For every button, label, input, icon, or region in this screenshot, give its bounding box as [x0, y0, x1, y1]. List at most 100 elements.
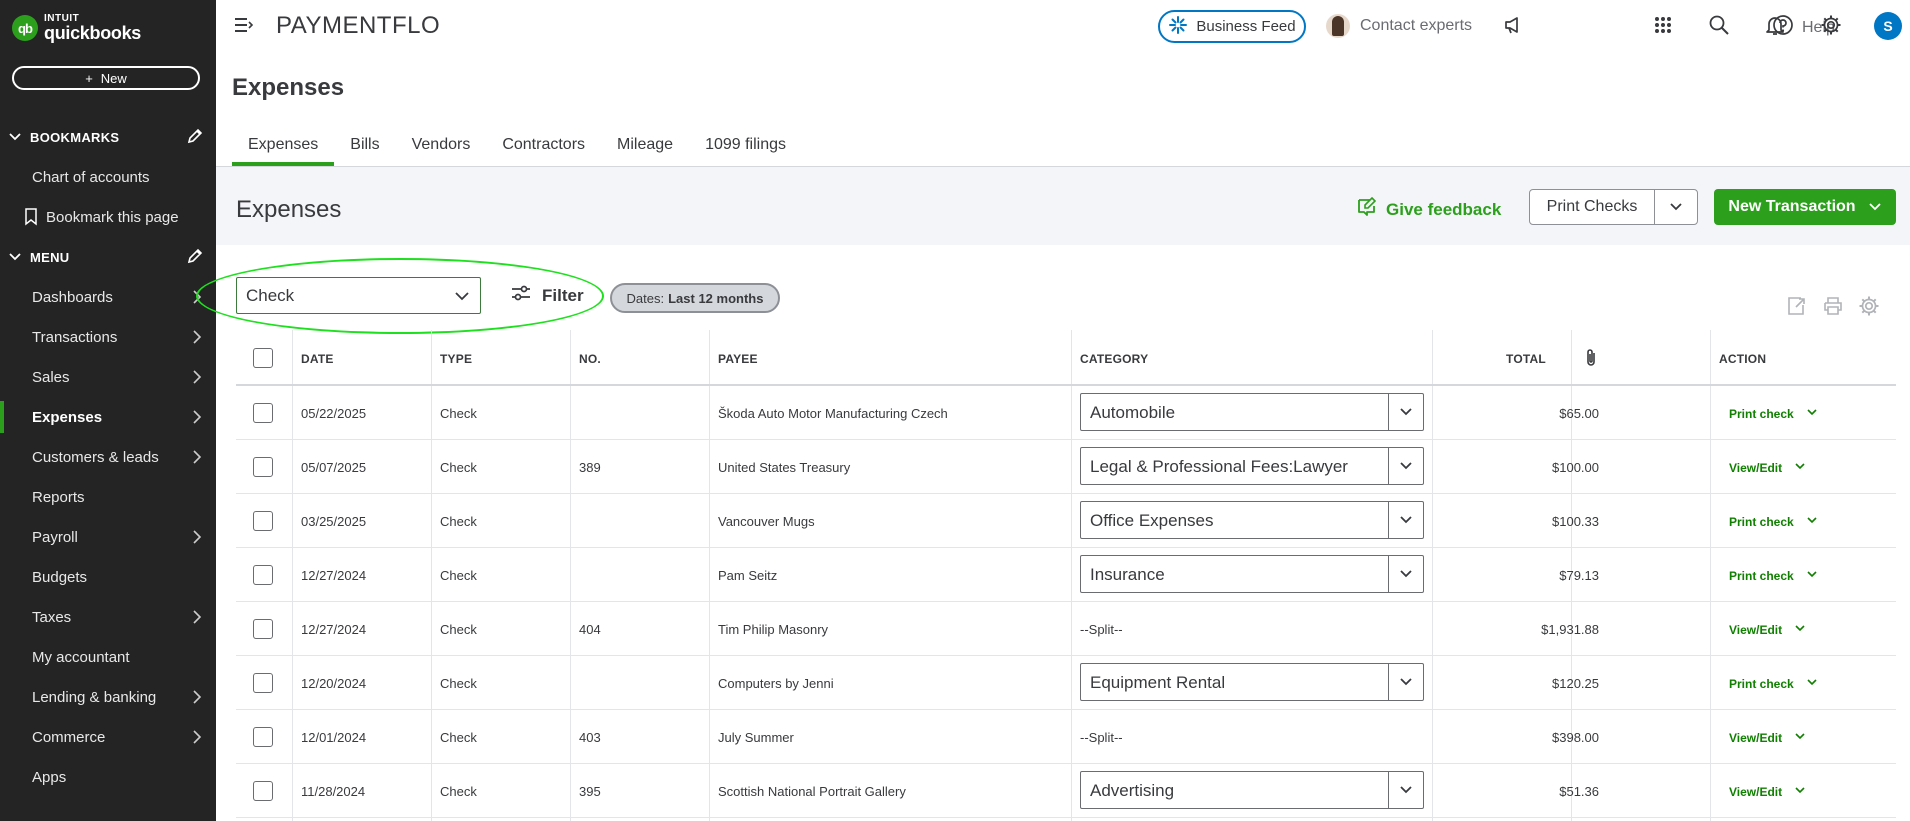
table-row[interactable]: 11/28/2024 Check 395 Scottish National P… [236, 764, 1896, 818]
filter-button[interactable]: Filter [510, 284, 584, 307]
sidebar-item-commerce[interactable]: Commerce [0, 719, 216, 755]
pencil-icon[interactable] [186, 247, 204, 268]
chevron-down-icon[interactable] [1806, 568, 1818, 583]
print-checks-button[interactable]: Print Checks [1529, 189, 1698, 225]
quickbooks-logo[interactable]: qb INTUIT quickbooks [12, 14, 141, 42]
chevron-down-icon[interactable] [1794, 622, 1806, 637]
row-action[interactable]: View/Edit [1729, 622, 1806, 637]
sidebar-item-apps[interactable]: Apps [0, 759, 216, 795]
sidebar-item-payroll[interactable]: Payroll [0, 519, 216, 555]
chevron-down-icon[interactable] [1794, 460, 1806, 475]
tab-mileage[interactable]: Mileage [601, 130, 689, 166]
print-icon[interactable] [1822, 295, 1844, 322]
tab-contractors[interactable]: Contractors [486, 130, 601, 166]
sidebar-item-bookmark-page[interactable]: Bookmark this page [0, 199, 216, 235]
sidebar-item-sales[interactable]: Sales [0, 359, 216, 395]
bookmarks-header[interactable]: BOOKMARKS [0, 125, 216, 149]
row-checkbox[interactable] [253, 565, 273, 585]
column-header-type[interactable]: TYPE [440, 352, 472, 366]
column-header-total[interactable]: TOTAL [1506, 352, 1546, 366]
action-link[interactable]: View/Edit [1729, 785, 1782, 799]
chevron-down-icon[interactable] [1806, 676, 1818, 691]
row-checkbox[interactable] [253, 457, 273, 477]
search-icon[interactable] [1708, 14, 1730, 41]
action-link[interactable]: Print check [1729, 407, 1794, 421]
date-range-pill[interactable]: Dates: Last 12 months [610, 283, 780, 313]
chevron-down-icon[interactable] [1794, 784, 1806, 799]
contact-experts-button[interactable]: Contact experts [1326, 14, 1472, 38]
give-feedback-link[interactable]: Give feedback [1356, 196, 1501, 223]
select-all-checkbox[interactable] [253, 348, 273, 368]
row-checkbox[interactable] [253, 673, 273, 693]
action-link[interactable]: Print check [1729, 569, 1794, 583]
category-select[interactable]: Legal & Professional Fees:Lawyer [1080, 447, 1424, 485]
row-action[interactable]: Print check [1729, 568, 1818, 583]
table-row[interactable]: 12/27/2024 Check 404 Tim Philip Masonry … [236, 602, 1896, 656]
row-checkbox[interactable] [253, 619, 273, 639]
table-row[interactable]: 12/01/2024 Check 403 July Summer --Split… [236, 710, 1896, 764]
chevron-down-icon[interactable] [1806, 406, 1818, 421]
tab-vendors[interactable]: Vendors [396, 130, 487, 166]
table-row[interactable]: 12/20/2024 Check Computers by Jenni Equi… [236, 656, 1896, 710]
export-icon[interactable] [1786, 295, 1808, 322]
row-action[interactable]: Print check [1729, 514, 1818, 529]
tab-1099-filings[interactable]: 1099 filings [689, 130, 802, 166]
table-row[interactable]: 12/27/2024 Check Pam Seitz Insurance $79… [236, 548, 1896, 602]
row-checkbox[interactable] [253, 403, 273, 423]
new-transaction-button[interactable]: New Transaction [1714, 189, 1896, 225]
action-link[interactable]: View/Edit [1729, 623, 1782, 637]
apps-grid-icon[interactable] [1652, 14, 1674, 41]
row-checkbox[interactable] [253, 727, 273, 747]
chevron-down-icon[interactable] [1388, 394, 1423, 430]
sidebar-item-budgets[interactable]: Budgets [0, 559, 216, 595]
row-action[interactable]: View/Edit [1729, 784, 1806, 799]
user-avatar[interactable]: S [1874, 12, 1902, 40]
row-checkbox[interactable] [253, 511, 273, 531]
row-action[interactable]: View/Edit [1729, 460, 1806, 475]
chevron-down-icon[interactable] [1388, 772, 1423, 808]
megaphone-icon[interactable] [1502, 14, 1524, 41]
sidebar-item-reports[interactable]: Reports [0, 479, 216, 515]
tab-bills[interactable]: Bills [334, 130, 395, 166]
menu-collapse-icon[interactable] [234, 16, 254, 39]
chevron-down-icon[interactable] [1806, 514, 1818, 529]
action-link[interactable]: Print check [1729, 677, 1794, 691]
chevron-down-icon[interactable] [1655, 200, 1697, 214]
chevron-down-icon[interactable] [1794, 730, 1806, 745]
column-header-no[interactable]: NO. [579, 352, 601, 366]
chevron-down-icon[interactable] [1388, 556, 1423, 592]
business-feed-button[interactable]: Business Feed [1158, 10, 1306, 43]
column-header-payee[interactable]: PAYEE [718, 352, 758, 366]
row-checkbox[interactable] [253, 781, 273, 801]
table-row[interactable]: 05/07/2025 Check 389 United States Treas… [236, 440, 1896, 494]
sidebar-item-dashboards[interactable]: Dashboards [0, 279, 216, 315]
row-action[interactable]: Print check [1729, 406, 1818, 421]
bell-icon[interactable] [1764, 14, 1786, 41]
sidebar-item-taxes[interactable]: Taxes [0, 599, 216, 635]
sidebar-item-chart-of-accounts[interactable]: Chart of accounts [0, 159, 216, 195]
menu-header[interactable]: MENU [0, 245, 216, 269]
category-select[interactable]: Advertising [1080, 771, 1424, 809]
sidebar-item-my-accountant[interactable]: My accountant [0, 639, 216, 675]
print-checks-label[interactable]: Print Checks [1530, 190, 1655, 224]
new-button[interactable]: + New [12, 66, 200, 90]
chevron-down-icon[interactable] [1388, 664, 1423, 700]
sidebar-item-lending-banking[interactable]: Lending & banking [0, 679, 216, 715]
category-select[interactable]: Insurance [1080, 555, 1424, 593]
action-link[interactable]: View/Edit [1729, 461, 1782, 475]
row-action[interactable]: View/Edit [1729, 730, 1806, 745]
chevron-down-icon[interactable] [1388, 448, 1423, 484]
chevron-down-icon[interactable] [1388, 502, 1423, 538]
category-select[interactable]: Equipment Rental [1080, 663, 1424, 701]
pencil-icon[interactable] [186, 127, 204, 148]
sidebar-item-customers-leads[interactable]: Customers & leads [0, 439, 216, 475]
column-header-category[interactable]: CATEGORY [1080, 352, 1148, 366]
action-link[interactable]: View/Edit [1729, 731, 1782, 745]
action-link[interactable]: Print check [1729, 515, 1794, 529]
category-select[interactable]: Office Expenses [1080, 501, 1424, 539]
sidebar-item-expenses[interactable]: Expenses [0, 399, 216, 435]
column-header-date[interactable]: DATE [301, 352, 334, 366]
transaction-type-select[interactable]: Check [236, 277, 481, 314]
gear-icon[interactable] [1820, 14, 1842, 41]
gear-icon[interactable] [1858, 295, 1880, 322]
